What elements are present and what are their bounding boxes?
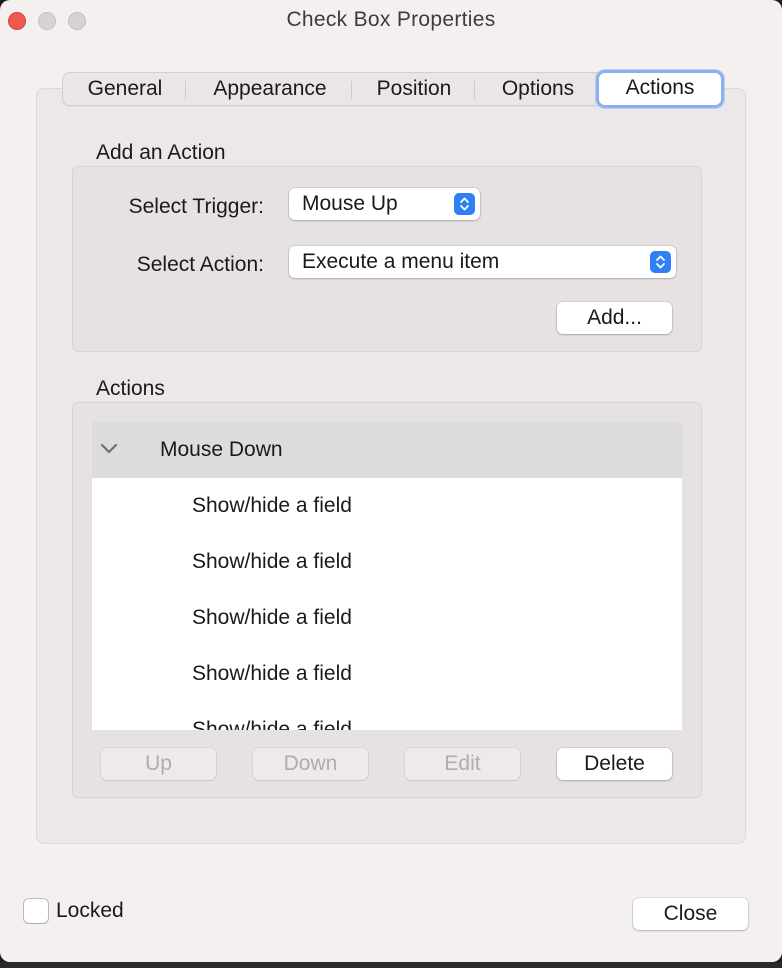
edit-button[interactable]: Edit [405,748,520,780]
list-item[interactable]: Show/hide a field [192,718,352,730]
add-action-button[interactable]: Add... [557,302,672,334]
tab-separator [474,81,475,99]
close-button[interactable]: Close [633,898,748,930]
list-item[interactable]: Show/hide a field [192,606,352,630]
locked-checkbox[interactable] [24,899,48,923]
delete-button[interactable]: Delete [557,748,672,780]
updown-chevron-icon [454,193,475,215]
locked-label: Locked [56,899,124,922]
tab-options[interactable]: Options [483,73,593,105]
select-action-popup[interactable]: Execute a menu item [289,246,676,278]
tab-bar: General Appearance Position Options Acti… [62,70,724,108]
move-up-button[interactable]: Up [101,748,216,780]
list-item[interactable]: Show/hide a field [192,662,352,686]
select-action-label: Select Action: [136,253,264,276]
select-action-value: Execute a menu item [302,250,500,273]
select-trigger-popup[interactable]: Mouse Up [289,188,480,220]
tab-appearance[interactable]: Appearance [195,73,345,105]
check-box-properties-dialog: Check Box Properties General Appearance … [0,0,782,962]
title-bar[interactable]: Check Box Properties [0,0,782,40]
chevron-down-icon[interactable] [100,442,118,460]
list-item[interactable]: Show/hide a field [192,550,352,574]
add-action-section-title: Add an Action [96,141,226,164]
select-trigger-value: Mouse Up [302,192,398,215]
tab-separator [185,81,186,99]
action-group-name: Mouse Down [160,438,283,461]
tab-general[interactable]: General [71,73,179,105]
action-group-row[interactable]: Mouse Down [92,422,682,478]
updown-chevron-icon [650,251,671,273]
list-item[interactable]: Show/hide a field [192,494,352,518]
move-down-button[interactable]: Down [253,748,368,780]
actions-section-title: Actions [96,377,165,400]
tab-actions[interactable]: Actions [596,70,724,108]
tab-position[interactable]: Position [361,73,467,105]
actions-list[interactable]: Mouse Down Show/hide a field Show/hide a… [92,422,682,730]
window-title: Check Box Properties [286,8,496,31]
desktop-background [0,962,782,968]
select-trigger-label: Select Trigger: [128,195,264,218]
tab-separator [351,81,352,99]
